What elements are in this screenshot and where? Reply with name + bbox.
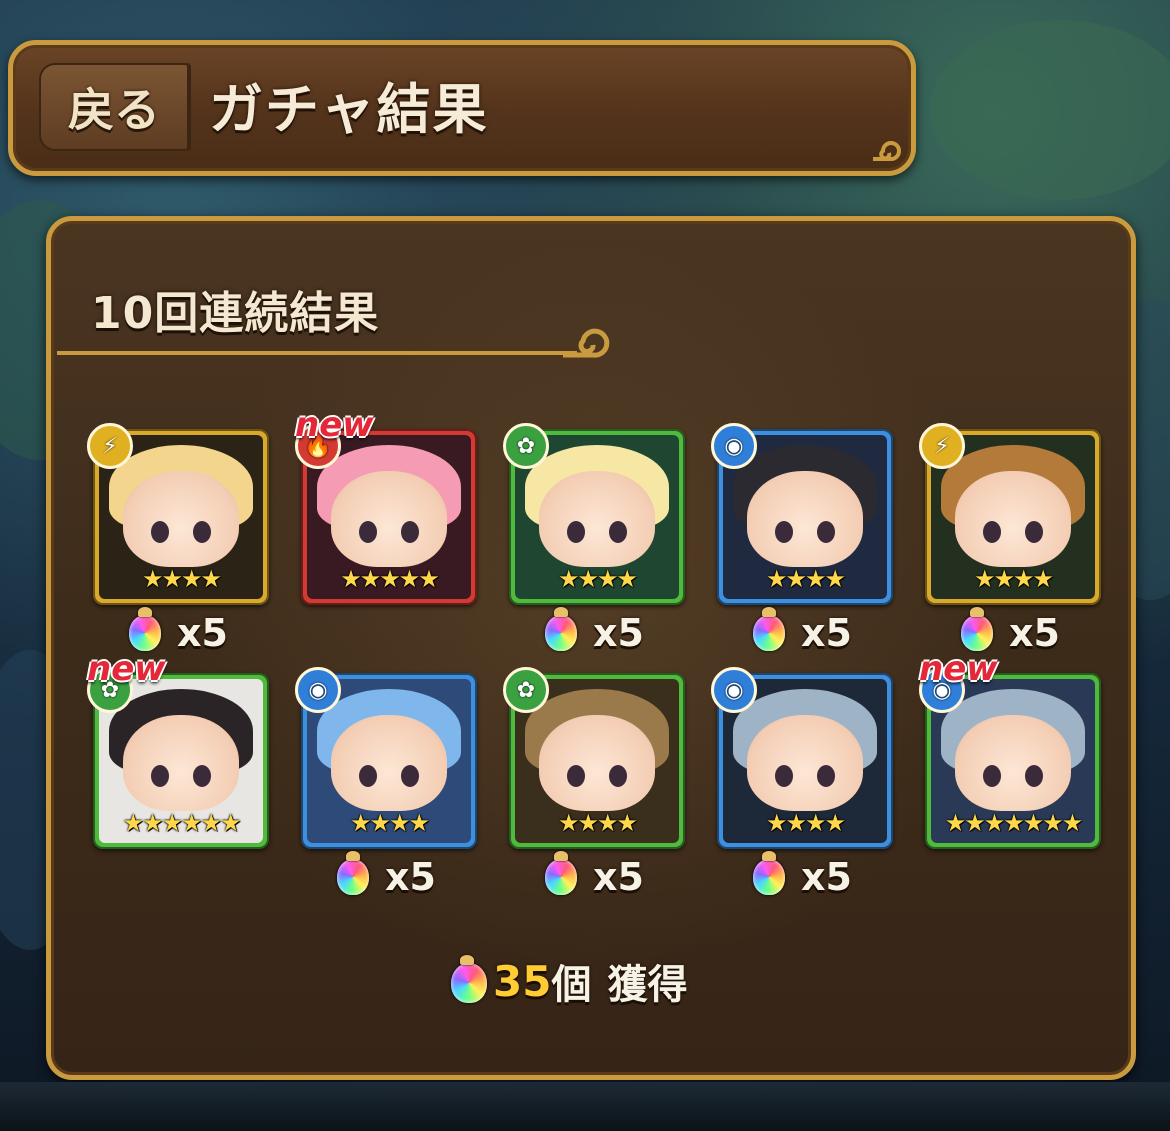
character-card[interactable]: ★★★★ ⚡	[919, 423, 1101, 605]
title-divider	[57, 351, 577, 355]
fragment-orb-icon	[545, 607, 577, 651]
rarity-stars: ★★★★★★	[122, 809, 241, 837]
character-card[interactable]: ★★★★ ✿	[503, 423, 685, 605]
page-title: ガチャ結果	[209, 78, 489, 141]
header-bar: 戻る ガチャ結果	[8, 40, 916, 176]
wood-element-icon: ✿	[503, 667, 549, 713]
ornament-curl-icon	[873, 141, 901, 161]
fragment-orb-icon	[753, 851, 785, 895]
wood-element-icon: ✿	[503, 423, 549, 469]
rarity-stars: ★★★★	[765, 565, 846, 593]
portrait-eye	[1025, 765, 1043, 787]
rarity-stars: ★★★★	[557, 565, 638, 593]
water-element-icon: ◉	[711, 423, 757, 469]
rarity-stars: ★★★★	[349, 809, 430, 837]
portrait-eye	[775, 765, 793, 787]
portrait-face	[747, 715, 863, 811]
panel-title: 10回連続結果	[91, 288, 380, 339]
total-label: 獲得	[607, 962, 688, 1008]
fragment-orb-icon	[129, 607, 161, 651]
rarity-stars: ★★★★	[765, 809, 846, 837]
portrait-eye	[359, 765, 377, 787]
fragment-orb-icon	[337, 851, 369, 895]
portrait-eye	[775, 521, 793, 543]
fragment-orb-icon	[753, 607, 785, 651]
portrait-eye	[567, 521, 585, 543]
fragment-orb-icon	[545, 851, 577, 895]
fragment-orb-icon	[961, 607, 993, 651]
portrait-face	[123, 715, 239, 811]
background-foliage	[930, 20, 1170, 200]
total-count: 35	[493, 956, 552, 1006]
portrait-face	[747, 471, 863, 567]
portrait-eye	[193, 521, 211, 543]
new-badge: new	[87, 649, 166, 689]
portrait-eye	[983, 765, 1001, 787]
water-element-icon: ◉	[711, 667, 757, 713]
portrait-face	[955, 471, 1071, 567]
portrait-face	[331, 715, 447, 811]
portrait-eye	[817, 521, 835, 543]
portrait-eye	[567, 765, 585, 787]
character-card[interactable]: ★★★★★ 🔥 new	[295, 405, 477, 605]
total-unit: 個	[551, 962, 592, 1008]
bottom-scenery	[0, 1082, 1170, 1131]
portrait-eye	[1025, 521, 1043, 543]
character-card[interactable]: ★★★★★★★ ◉ new	[919, 649, 1101, 849]
new-badge: new	[919, 649, 998, 689]
total-fragments: 35 個 獲得	[451, 951, 687, 1011]
portrait-face	[331, 471, 447, 567]
rarity-stars: ★★★★★★★	[944, 809, 1084, 837]
fragment-quantity: x5	[801, 611, 852, 655]
water-element-icon: ◉	[295, 667, 341, 713]
portrait-eye	[983, 521, 1001, 543]
fragment-quantity: x5	[1009, 611, 1060, 655]
fragment-quantity: x5	[177, 611, 228, 655]
portrait-face	[539, 715, 655, 811]
thunder-element-icon: ⚡	[87, 423, 133, 469]
rarity-stars: ★★★★★	[340, 565, 440, 593]
new-badge: new	[295, 405, 374, 445]
fragment-orb-icon	[451, 955, 487, 1003]
rarity-stars: ★★★★	[557, 809, 638, 837]
portrait-face	[539, 471, 655, 567]
fragment-quantity: x5	[593, 611, 644, 655]
portrait-eye	[401, 521, 419, 543]
character-card[interactable]: ★★★★ ◉	[711, 667, 893, 849]
portrait-face	[955, 715, 1071, 811]
portrait-eye	[609, 765, 627, 787]
character-card[interactable]: ★★★★ ⚡	[87, 423, 269, 605]
character-card[interactable]: ★★★★★★ ✿ new	[87, 649, 269, 849]
results-panel: 10回連続結果 ★★★★ ⚡ x5 ★★★★★ 🔥 new ★★★★ ✿ x5 ★★★★ ◉ x5 ★★…	[46, 216, 1136, 1080]
portrait-eye	[401, 765, 419, 787]
rarity-stars: ★★★★	[973, 565, 1054, 593]
character-card[interactable]: ★★★★ ✿	[503, 667, 685, 849]
thunder-element-icon: ⚡	[919, 423, 965, 469]
fragment-quantity: x5	[385, 855, 436, 899]
character-card[interactable]: ★★★★ ◉	[295, 667, 477, 849]
character-card[interactable]: ★★★★ ◉	[711, 423, 893, 605]
ornament-curl-icon	[563, 328, 610, 358]
portrait-face	[123, 471, 239, 567]
back-button[interactable]: 戻る	[39, 63, 189, 151]
portrait-eye	[151, 765, 169, 787]
portrait-eye	[193, 765, 211, 787]
fragment-quantity: x5	[801, 855, 852, 899]
portrait-eye	[609, 521, 627, 543]
portrait-eye	[817, 765, 835, 787]
portrait-eye	[359, 521, 377, 543]
fragment-quantity: x5	[593, 855, 644, 899]
rarity-stars: ★★★★	[141, 565, 222, 593]
portrait-eye	[151, 521, 169, 543]
